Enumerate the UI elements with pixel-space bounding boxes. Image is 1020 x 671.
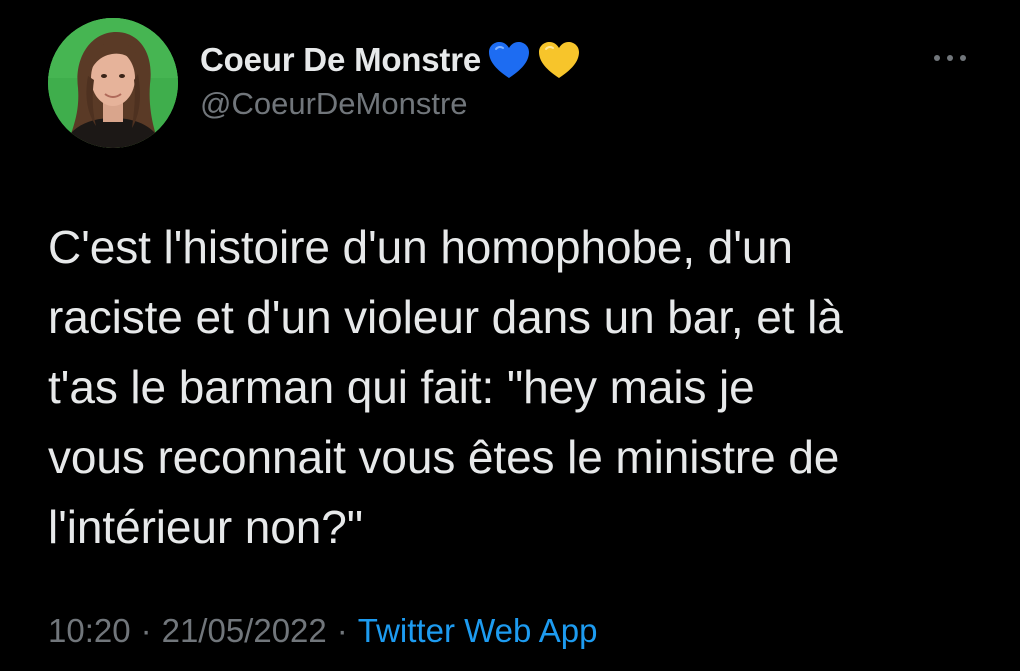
blue-heart-icon xyxy=(487,40,531,80)
author-name-row: Coeur De Monstre xyxy=(200,36,581,84)
tweet-date[interactable]: 21/05/2022 xyxy=(162,612,327,650)
tweet-metadata: 10:20 · 21/05/2022 · Twitter Web App xyxy=(48,612,597,650)
meta-separator: · xyxy=(336,612,348,649)
avatar[interactable] xyxy=(48,18,178,148)
author-handle[interactable]: @CoeurDeMonstre xyxy=(200,86,468,122)
meta-separator: · xyxy=(140,612,152,649)
tweet-source-link[interactable]: Twitter Web App xyxy=(358,612,598,650)
tweet-text: C'est l'histoire d'un homophobe, d'un ra… xyxy=(48,221,843,553)
display-name[interactable]: Coeur De Monstre xyxy=(200,41,481,79)
avatar-image xyxy=(48,18,178,148)
yellow-heart-icon xyxy=(537,40,581,80)
tweet: Coeur De Monstre @CoeurDeMonstre C'est l… xyxy=(0,0,1020,671)
more-button[interactable] xyxy=(928,46,972,70)
tweet-time[interactable]: 10:20 xyxy=(48,612,131,650)
more-icon xyxy=(934,55,966,61)
